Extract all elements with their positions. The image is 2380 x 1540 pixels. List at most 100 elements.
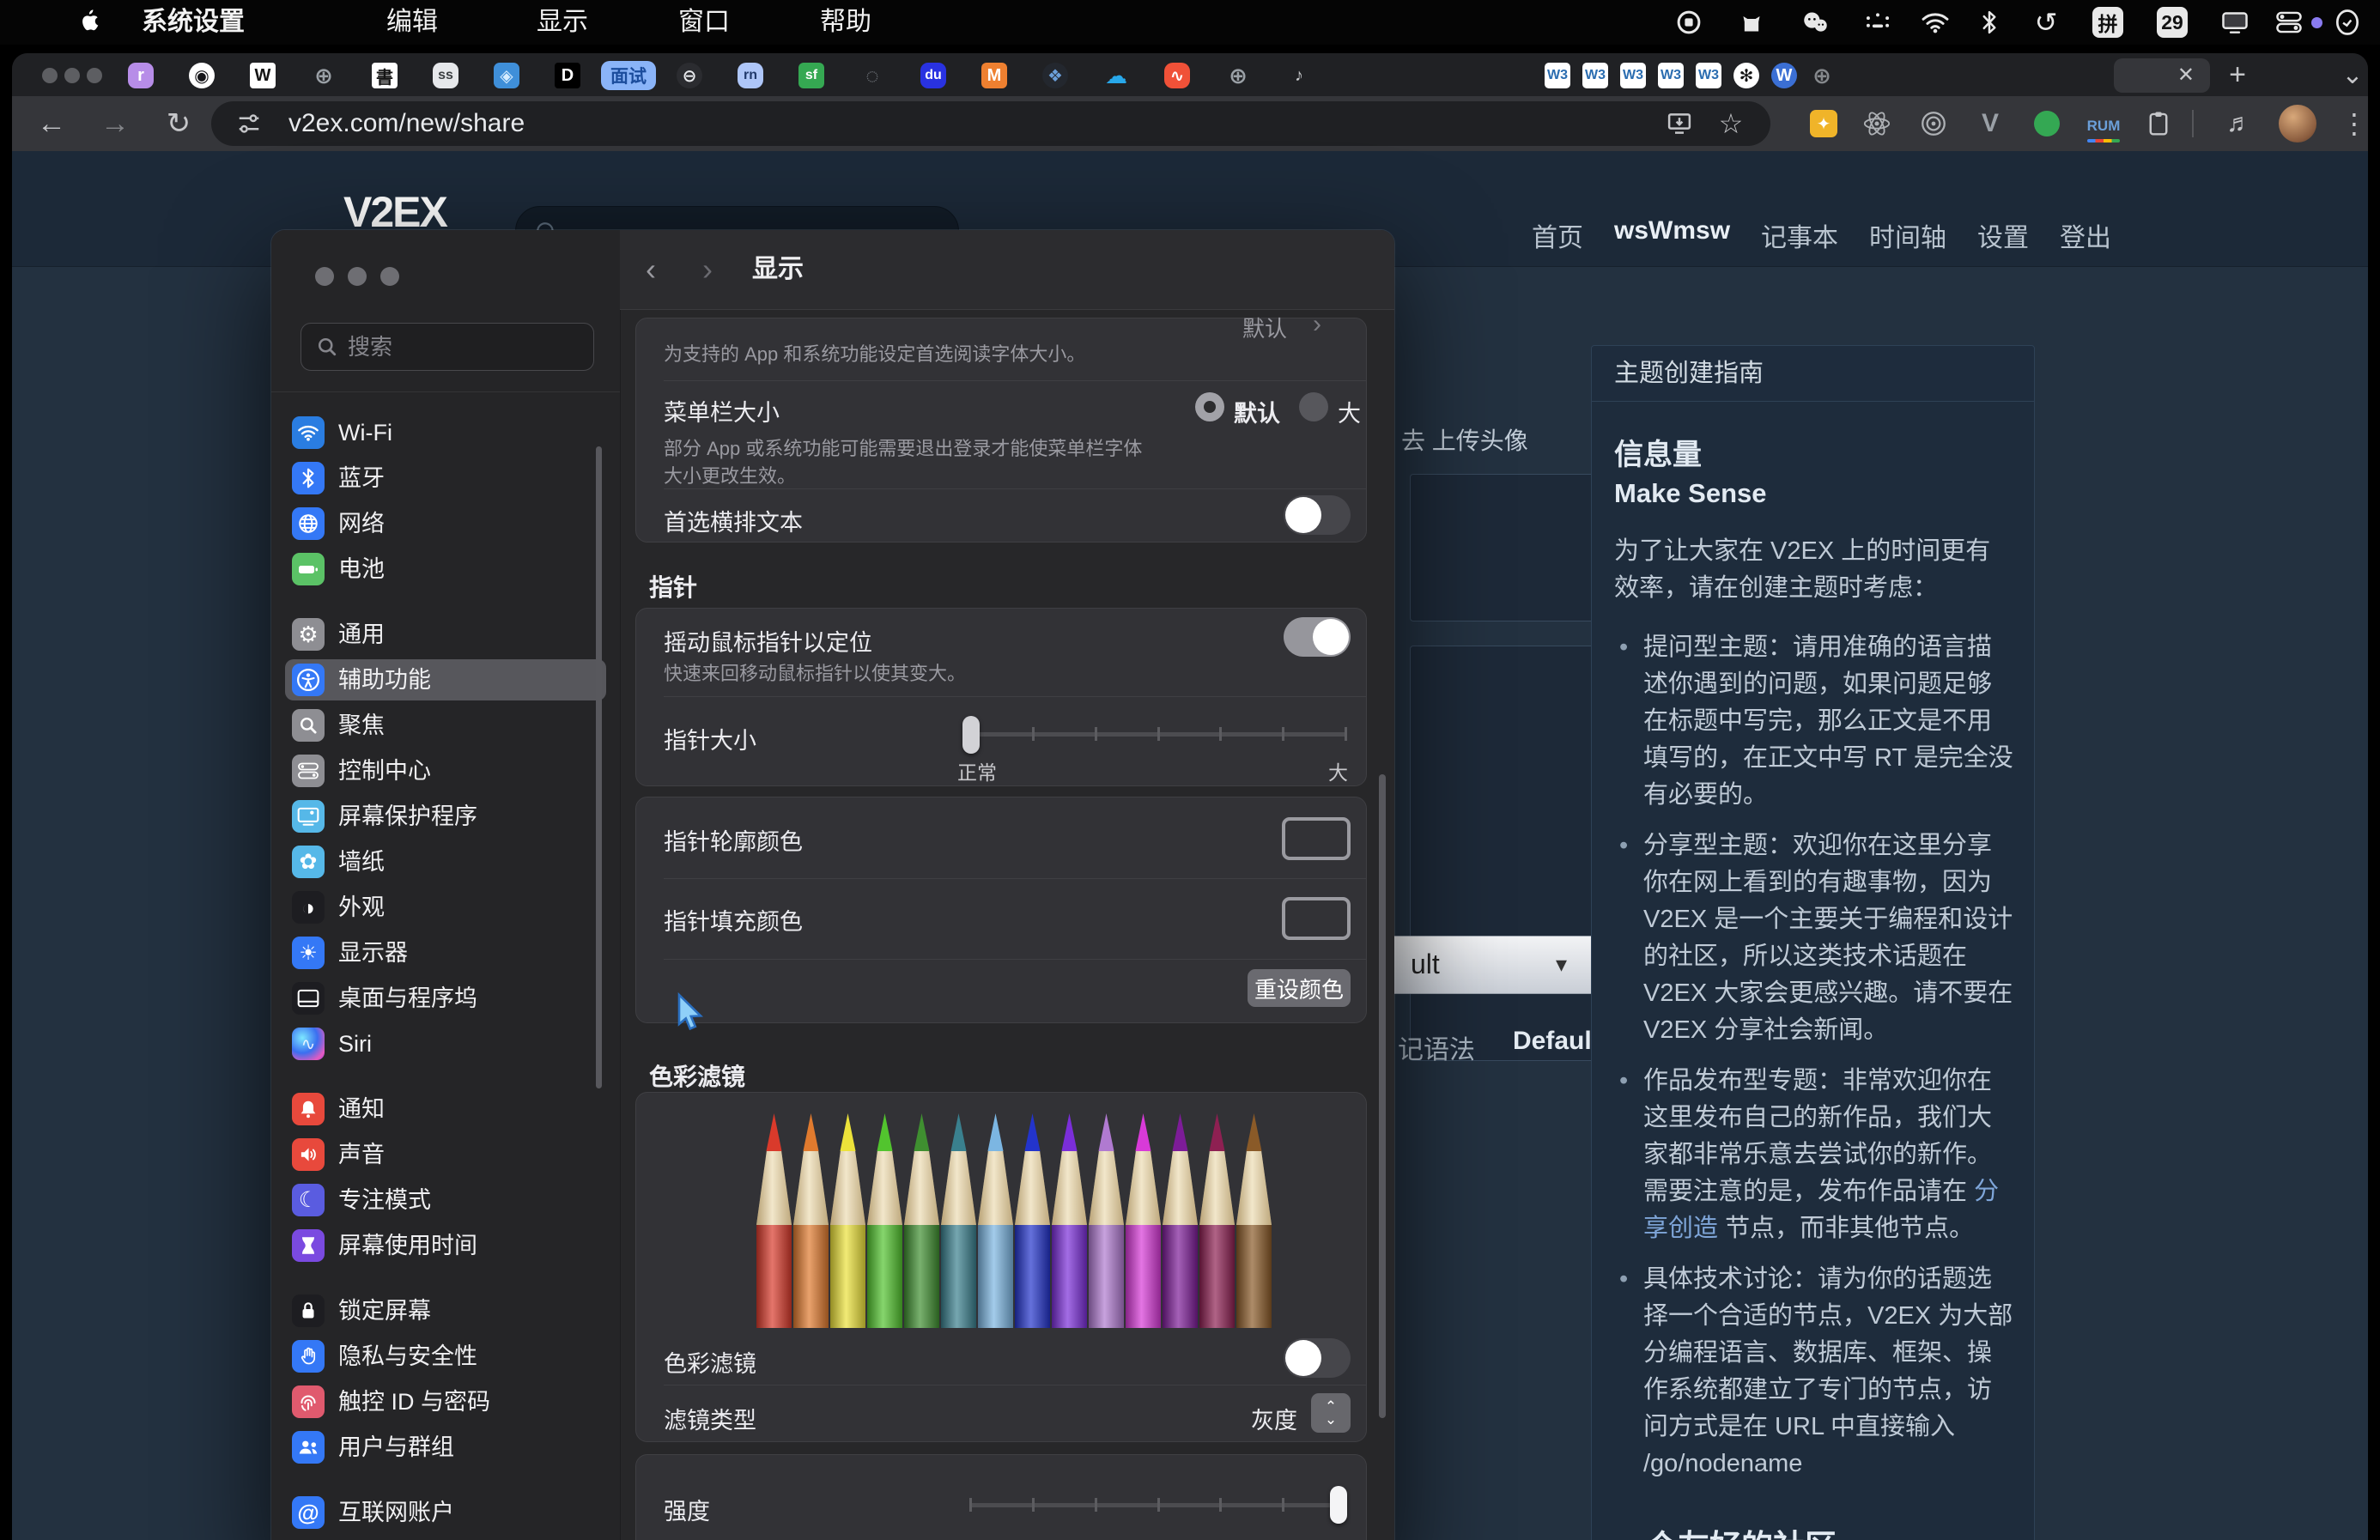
window-minimize-button[interactable] [64, 68, 80, 83]
tab-w3schools-1[interactable]: W3 [1545, 63, 1570, 88]
pointer-size-slider-thumb[interactable] [962, 716, 980, 754]
tab-audio[interactable]: ♪ [1286, 63, 1312, 88]
ext-target-icon[interactable] [1916, 96, 1951, 151]
tab-onedrive[interactable]: ☁ [1103, 63, 1129, 88]
window-zoom-button[interactable] [87, 68, 102, 83]
syntax-value[interactable]: Default [1513, 1027, 1600, 1056]
menu-item-3[interactable]: 显示 [537, 0, 588, 45]
tab-vmark[interactable]: ❖ [1042, 63, 1068, 88]
sidebar-item-moon[interactable]: ☾专注模式 [285, 1179, 606, 1221]
text-size-chevron-icon[interactable]: › [1313, 310, 1321, 339]
sidebar-item-gear[interactable]: ⚙通用 [285, 614, 606, 655]
v2ex-nav-4[interactable]: 时间轴 [1869, 216, 1946, 254]
tab-rn[interactable]: rn [738, 63, 763, 88]
url-text[interactable]: v2ex.com/new/share [288, 101, 525, 146]
radio-default[interactable] [1195, 392, 1224, 421]
wechat-icon[interactable] [1798, 0, 1832, 45]
avatar-upload-link[interactable]: 去 上传头像 [1401, 422, 1528, 457]
v2ex-nav-5[interactable]: 设置 [1977, 216, 2029, 254]
pointer-outline-swatch[interactable] [1282, 817, 1351, 860]
record-icon[interactable] [1673, 0, 1704, 45]
ext-react-icon[interactable] [1860, 96, 1894, 151]
time-machine-icon[interactable]: ↺ [2030, 0, 2062, 45]
bookmark-star-icon[interactable]: ☆ [1712, 101, 1750, 146]
tab-swift[interactable]: ∿ [1164, 63, 1190, 88]
nav-forward-icon[interactable]: › [702, 230, 713, 309]
radio-large[interactable] [1299, 392, 1328, 421]
sidebar-item-bluetooth[interactable]: 蓝牙 [285, 458, 606, 499]
tab-dev-circle[interactable]: ⊖ [677, 63, 702, 88]
ext-vue-icon[interactable]: V [1973, 96, 2007, 151]
display-icon[interactable] [2219, 0, 2251, 45]
sidebar-item-toggles[interactable]: 控制中心 [285, 750, 606, 791]
nav-back-icon[interactable]: ‹ [646, 230, 656, 309]
profile-avatar[interactable] [2277, 96, 2318, 151]
radio-default-label[interactable]: 默认 [1234, 395, 1280, 428]
sidebar-item-screensaver[interactable]: 屏幕保护程序 [285, 796, 606, 837]
tab-chatgpt[interactable]: ✻ [1733, 63, 1759, 88]
tab-w3schools-2[interactable]: W3 [1582, 63, 1608, 88]
sidebar-item-hand[interactable]: 隐私与安全性 [285, 1336, 606, 1377]
cat-icon[interactable] [1736, 0, 1767, 45]
text-size-value[interactable]: 默认 [1242, 312, 1287, 343]
tab-map[interactable]: ◈ [494, 63, 519, 88]
tab-w-blue[interactable]: W [1771, 63, 1797, 88]
sidebar-item-wifi[interactable]: Wi-Fi [285, 412, 606, 453]
tab-calligraphy[interactable]: 書 [372, 63, 398, 88]
ext-clipboard-icon[interactable] [2141, 96, 2176, 151]
settings-close-button[interactable] [315, 267, 334, 286]
tab-baidu[interactable]: du [920, 63, 946, 88]
color-filter-toggle[interactable] [1284, 1338, 1351, 1378]
tab-close-icon[interactable]: ✕ [2177, 58, 2195, 93]
tab-w3schools-5[interactable]: W3 [1696, 63, 1721, 88]
sidebar-item-at[interactable]: @互联网账户 [285, 1492, 606, 1533]
sidebar-item-users[interactable]: 用户与群组 [285, 1427, 606, 1468]
menu-item-5[interactable]: 帮助 [820, 0, 871, 45]
menu-item-4[interactable]: 窗口 [678, 0, 730, 45]
tab-ghost[interactable]: ◌ [859, 63, 885, 88]
tab-d[interactable]: D [555, 63, 580, 88]
sidebar-item-appearance[interactable]: ◑外观 [285, 887, 606, 928]
calendar-badge[interactable]: 29 [2157, 0, 2188, 45]
sidebar-item-lock[interactable]: 锁定屏幕 [285, 1290, 606, 1331]
v2ex-nav-3[interactable]: 记事本 [1761, 216, 1838, 254]
tab-globe-3[interactable]: ⊕ [1809, 63, 1835, 88]
topic-content-box[interactable] [1410, 646, 1600, 1061]
tab-w3schools-3[interactable]: W3 [1620, 63, 1646, 88]
window-close-button[interactable] [42, 68, 58, 83]
address-bar[interactable]: v2ex.com/new/share ☆ [211, 101, 1770, 146]
active-tab[interactable]: ✕ [2114, 58, 2210, 93]
sidebar-item-siri[interactable]: ∿Siri [285, 1023, 606, 1064]
tune-icon[interactable] [230, 101, 268, 146]
ext-rum-icon[interactable]: RUM [2081, 96, 2126, 151]
install-icon[interactable] [1661, 101, 1698, 146]
new-tab-button[interactable]: + [2220, 53, 2255, 96]
bluetooth-icon[interactable] [1975, 0, 2004, 45]
sidebar-item-bell[interactable]: 通知 [285, 1088, 606, 1130]
filter-type-stepper[interactable]: ⌃⌄ [1311, 1393, 1351, 1433]
tab-juejin[interactable]: M [981, 63, 1007, 88]
sidebar-item-dock[interactable]: 桌面与程序坞 [285, 978, 606, 1019]
radio-large-label[interactable]: 大 [1338, 395, 1361, 428]
pinyin-input-badge[interactable]: 拼 [2092, 0, 2123, 45]
pointer-fill-swatch[interactable] [1282, 897, 1351, 940]
sidebar-item-accessibility[interactable]: 辅助功能 [285, 659, 606, 700]
v2ex-nav-1[interactable]: 首页 [1532, 216, 1583, 254]
v2ex-nav-2[interactable]: wsWmsw [1614, 216, 1730, 254]
horizontal-text-toggle[interactable] [1284, 495, 1351, 535]
reload-icon[interactable]: ↻ [158, 96, 199, 151]
keyboard-dots-icon[interactable] [1861, 0, 1895, 45]
wifi-icon[interactable] [1918, 0, 1952, 45]
back-icon[interactable]: ← [31, 96, 72, 151]
menu-item-2[interactable]: 编辑 [386, 0, 438, 45]
ext-tampermonkey-icon[interactable]: ✦ [1806, 96, 1841, 151]
tab-group-interview[interactable]: 面试 [601, 61, 656, 90]
sidebar-item-flower[interactable]: ✿墙纸 [285, 841, 606, 882]
clock-icon[interactable] [2330, 0, 2365, 45]
menu-item-1[interactable]: 系统设置 [142, 0, 245, 45]
tab-w3schools-4[interactable]: W3 [1658, 63, 1684, 88]
tab-globe-2[interactable]: ⊕ [1225, 63, 1251, 88]
tab-wikipedia[interactable]: W [250, 63, 276, 88]
kebab-menu-icon[interactable]: ⋮ [2337, 96, 2368, 151]
forward-icon[interactable]: → [94, 96, 136, 151]
